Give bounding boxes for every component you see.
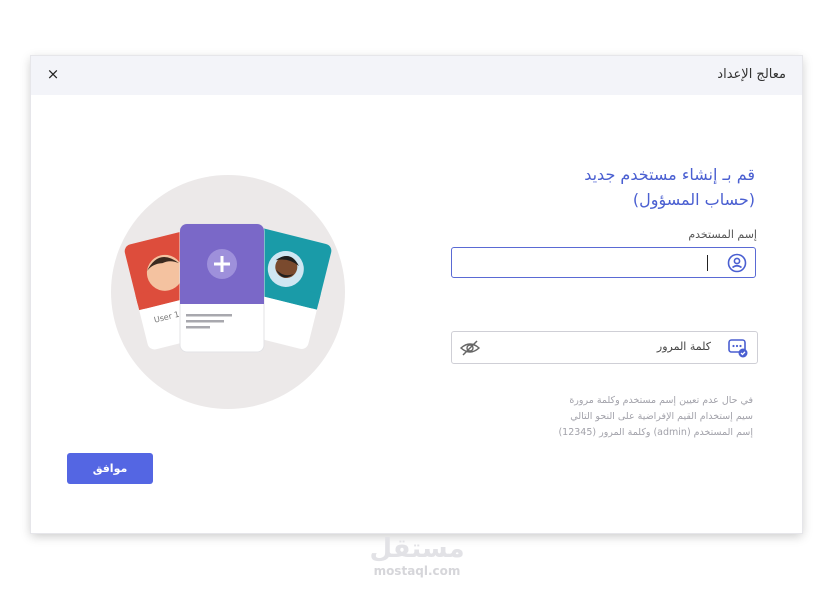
mostaql-watermark: مستقل mostaql.com (362, 534, 472, 584)
dialog-title: معالج الإعداد (717, 67, 786, 82)
password-icon (728, 339, 748, 358)
default-credentials-hint: في حال عدم تعيين إسم مستخدم وكلمة مرورة … (423, 393, 753, 441)
watermark-latin: mostaql.com (373, 564, 461, 578)
password-placeholder: كلمة المرور (656, 340, 711, 353)
ok-button[interactable]: موافق (67, 453, 153, 484)
user-circle-icon (727, 253, 747, 273)
form-heading: قم بـ إنشاء مستخدم جديد (حساب المسؤول) (435, 162, 755, 212)
username-label: إسم المستخدم (688, 228, 757, 241)
heading-line-2: (حساب المسؤول) (632, 190, 755, 209)
hint-line-2: سيم إستخدام القيم الإفراضية على النحو ال… (570, 411, 753, 422)
password-field[interactable]: كلمة المرور (451, 331, 758, 364)
close-icon[interactable]: × (43, 64, 63, 84)
hint-line-1: في حال عدم تعيين إسم مستخدم وكلمة مرورة (569, 395, 753, 406)
watermark-arabic: مستقل (369, 534, 465, 564)
eye-slash-icon[interactable] (459, 338, 481, 358)
add-user-card (179, 223, 265, 353)
heading-line-1: قم بـ إنشاء مستخدم جديد (584, 165, 755, 184)
dialog-titlebar: × معالج الإعداد (31, 56, 802, 95)
new-user-illustration: User 1 (111, 175, 345, 409)
username-field[interactable] (451, 247, 756, 278)
setup-wizard-dialog: × معالج الإعداد قم بـ إنشاء مستخدم جديد … (31, 56, 802, 533)
text-caret (707, 255, 708, 271)
hint-line-3: إسم المستخدم (admin) وكلمة المرور (12345… (558, 427, 753, 438)
